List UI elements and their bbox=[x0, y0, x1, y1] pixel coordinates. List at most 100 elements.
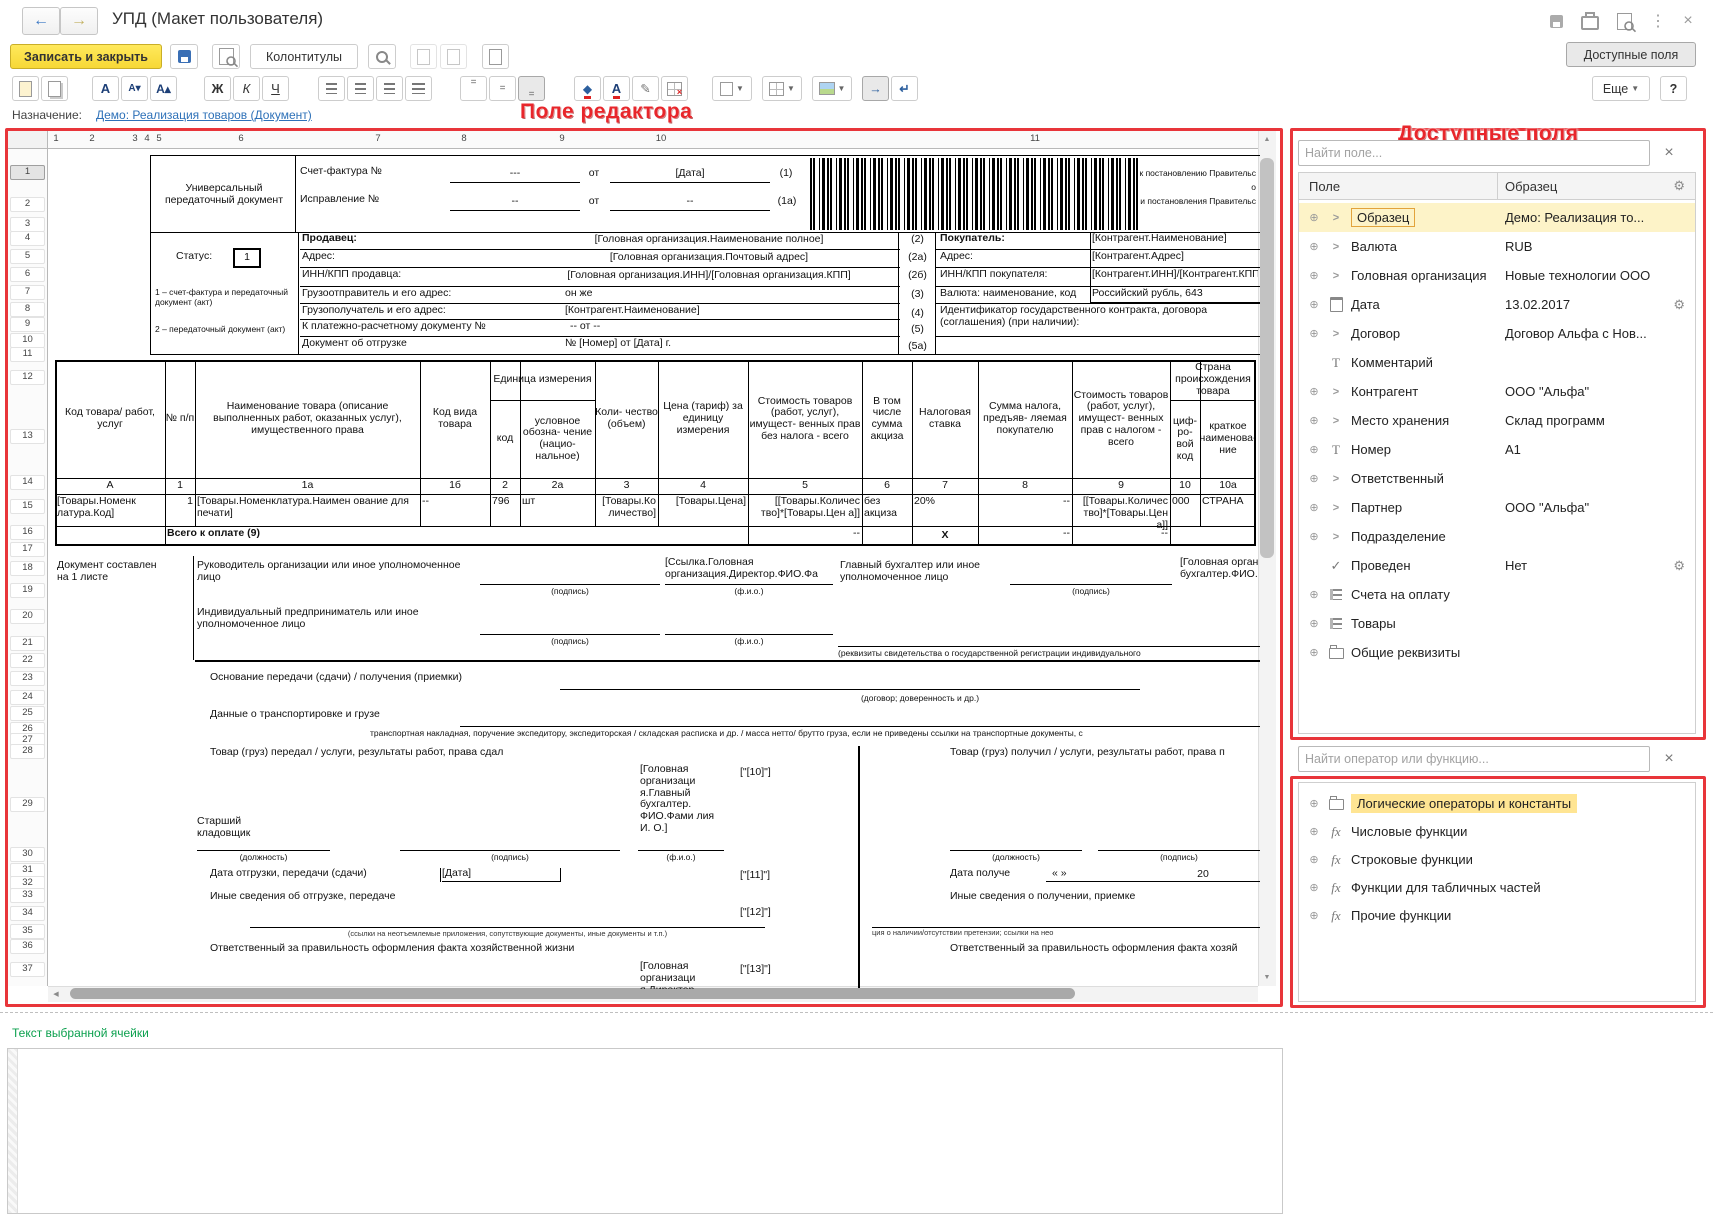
align-center-icon[interactable] bbox=[347, 76, 374, 101]
sheet-cell[interactable]: (3) bbox=[900, 288, 935, 301]
sheet-cell[interactable]: 10 bbox=[1170, 479, 1200, 493]
more-button[interactable]: Еще▼ bbox=[1592, 76, 1650, 101]
sheet-cell[interactable]: транспортная накладная, поручение экспед… bbox=[370, 728, 1260, 739]
sheet-cell[interactable]: 6 bbox=[862, 479, 912, 493]
copy-format-icon[interactable] bbox=[410, 44, 437, 69]
sheet-cell[interactable]: Коли- чество (объем) bbox=[595, 360, 658, 478]
sheet-cell[interactable]: 7 bbox=[912, 479, 978, 493]
borders-dropdown[interactable]: ▼ bbox=[712, 76, 752, 101]
row-header-33[interactable]: 33 bbox=[10, 888, 45, 903]
sheet-cell[interactable]: Сумма налога, предъяв- ляемая покупателю bbox=[978, 360, 1072, 478]
sheet-cell[interactable]: ["[12]"] bbox=[740, 907, 802, 921]
sheet-cell[interactable]: (подпись) bbox=[1098, 852, 1260, 863]
sheet-cell[interactable]: Статус: bbox=[176, 251, 232, 265]
row-header-36[interactable]: 36 bbox=[10, 939, 45, 954]
row-header-23[interactable]: 23 bbox=[10, 671, 45, 686]
function-search-close-icon[interactable]: × bbox=[1658, 748, 1680, 770]
sheet-cell[interactable]: 9 bbox=[1072, 479, 1170, 493]
row-header-4[interactable]: 4 bbox=[10, 231, 45, 246]
expand-plus-icon[interactable]: ⊕ bbox=[1307, 269, 1321, 282]
row-header-25[interactable]: 25 bbox=[10, 706, 45, 721]
column-header-7[interactable]: 7 bbox=[364, 133, 392, 144]
sheet-cell[interactable]: без акциза bbox=[864, 496, 910, 526]
sheet-cell[interactable]: шт bbox=[522, 496, 593, 510]
expand-plus-icon[interactable]: ⊕ bbox=[1307, 646, 1321, 659]
sheet-cell[interactable]: Страна происхождения товара bbox=[1170, 360, 1256, 400]
row-header-2[interactable]: 2 bbox=[10, 197, 45, 212]
sheet-cell[interactable]: [Головная организация.Почтовый адрес] bbox=[520, 251, 898, 265]
sheet-cell[interactable]: [Головная орган бухгалтер.ФИО. bbox=[1180, 557, 1260, 587]
field-row[interactable]: ⊕Дата13.02.2017⚙ bbox=[1299, 290, 1695, 319]
sheet-cell[interactable]: Исправление № bbox=[300, 194, 448, 209]
expand-plus-icon[interactable]: ⊕ bbox=[1307, 853, 1321, 866]
column-header-9[interactable]: 9 bbox=[548, 133, 576, 144]
row-header-19[interactable]: 19 bbox=[10, 583, 45, 598]
sheet-cell[interactable]: -- bbox=[749, 528, 860, 543]
scroll-up-icon[interactable]: ▲ bbox=[1259, 132, 1275, 146]
kebab-icon[interactable]: ⋮ bbox=[1646, 10, 1670, 32]
expand-plus-icon[interactable]: ⊕ bbox=[1307, 588, 1321, 601]
sheet-cell[interactable]: ция о наличии/отсутствии претензии; ссыл… bbox=[872, 929, 1260, 940]
sheet-cell[interactable]: Документ об отгрузке bbox=[302, 338, 562, 351]
sheet-cell[interactable]: [Контрагент.Наименование] bbox=[565, 305, 895, 318]
expand-plus-icon[interactable]: ⊕ bbox=[1307, 472, 1321, 485]
sheet-cell[interactable]: Товар (груз) получил / услуги, результат… bbox=[950, 747, 1260, 762]
valign-middle-icon[interactable]: = bbox=[489, 76, 516, 101]
sheet-cell[interactable]: -- bbox=[450, 194, 580, 209]
align-left-icon[interactable] bbox=[318, 76, 345, 101]
expand-plus-icon[interactable]: ⊕ bbox=[1307, 530, 1321, 543]
row-header-10[interactable]: 10 bbox=[10, 333, 45, 348]
sheet-cell[interactable]: 4 bbox=[658, 479, 748, 493]
field-search-close-icon[interactable]: × bbox=[1658, 142, 1680, 164]
column-header-8[interactable]: 8 bbox=[450, 133, 478, 144]
row-header-9[interactable]: 9 bbox=[10, 317, 45, 332]
sheet-cell[interactable]: ИНН/КПП продавца: bbox=[302, 269, 502, 283]
sheet-cell[interactable]: Иные сведения о получении, приемке bbox=[950, 891, 1240, 905]
wrap-text-icon[interactable]: ↵ bbox=[891, 76, 918, 101]
sheet-cell[interactable]: [Головная организаци я.Главный бухгалтер… bbox=[640, 764, 724, 850]
page-settings-icon[interactable] bbox=[482, 44, 509, 69]
sheet-cell[interactable]: 20% bbox=[914, 496, 976, 510]
row-header-6[interactable]: 6 bbox=[10, 267, 45, 282]
sheet-cell[interactable]: [Контрагент.Наименование] bbox=[1092, 233, 1258, 247]
horizontal-scroll-thumb[interactable] bbox=[70, 988, 1075, 999]
row-header-22[interactable]: 22 bbox=[10, 653, 45, 668]
sheet-cell[interactable]: Документ составлен на 1 листе bbox=[57, 560, 165, 606]
expand-plus-icon[interactable]: ⊕ bbox=[1307, 327, 1321, 340]
sheet-cell[interactable]: 1а bbox=[195, 479, 420, 493]
sheet-cell[interactable]: № [Номер] от [Дата] г. bbox=[565, 338, 895, 351]
row-header-14[interactable]: 14 bbox=[10, 475, 45, 490]
expand-plus-icon[interactable]: ⊕ bbox=[1307, 881, 1321, 894]
clear-cells-icon[interactable]: × bbox=[661, 76, 688, 101]
font-color-icon[interactable]: А bbox=[603, 76, 630, 101]
sheet-cell[interactable]: [Товары.Номенклатура.Наимен ование для п… bbox=[197, 496, 418, 526]
column-header-6[interactable]: 6 bbox=[227, 133, 255, 144]
scroll-left-icon[interactable]: ◀ bbox=[48, 987, 64, 1001]
sheet-cell[interactable]: Идентификатор государственного контракта… bbox=[940, 305, 1260, 333]
sheet-cell[interactable]: 3 bbox=[595, 479, 658, 493]
scroll-down-icon[interactable]: ▼ bbox=[1259, 970, 1275, 984]
row-header-12[interactable]: 12 bbox=[10, 370, 45, 385]
sheet-cell[interactable]: (подпись) bbox=[1010, 586, 1172, 597]
column-header-11[interactable]: 11 bbox=[1021, 133, 1049, 144]
field-row[interactable]: ⊕>Головная организацияНовые технологии О… bbox=[1299, 261, 1695, 290]
print-preview-button[interactable] bbox=[212, 44, 240, 69]
sheet-cell[interactable]: код bbox=[490, 400, 520, 478]
text-direction-icon[interactable]: → bbox=[862, 76, 889, 101]
sheet-cell[interactable]: -- bbox=[979, 496, 1070, 510]
sheet-cell[interactable]: 10а bbox=[1200, 479, 1256, 493]
field-gear-icon[interactable]: ⚙ bbox=[1673, 297, 1685, 313]
sheet-cell[interactable]: [Ссылка.Головная организация.Директор.ФИ… bbox=[665, 557, 833, 587]
selected-cell-text-area[interactable] bbox=[7, 1048, 1283, 1214]
sheet-cell[interactable]: 1 – счет-фактура и передаточный документ… bbox=[155, 287, 293, 325]
sheet-cell[interactable]: Иные сведения об отгрузке, передаче bbox=[210, 891, 560, 905]
sheet-cell[interactable]: Дата получе bbox=[950, 868, 1046, 882]
row-header-24[interactable]: 24 bbox=[10, 690, 45, 705]
sheet-cell[interactable]: (реквизиты свидетельства о государственн… bbox=[838, 648, 1260, 659]
row-header-5[interactable]: 5 bbox=[10, 249, 45, 264]
available-fields-toggle[interactable]: Доступные поля bbox=[1566, 42, 1696, 67]
sheet-cell[interactable]: -- от -- bbox=[570, 321, 893, 334]
expand-plus-icon[interactable]: ⊕ bbox=[1307, 240, 1321, 253]
expand-plus-icon[interactable]: ⊕ bbox=[1307, 385, 1321, 398]
fields-table-header[interactable]: Поле Образец ⚙ bbox=[1298, 172, 1696, 200]
